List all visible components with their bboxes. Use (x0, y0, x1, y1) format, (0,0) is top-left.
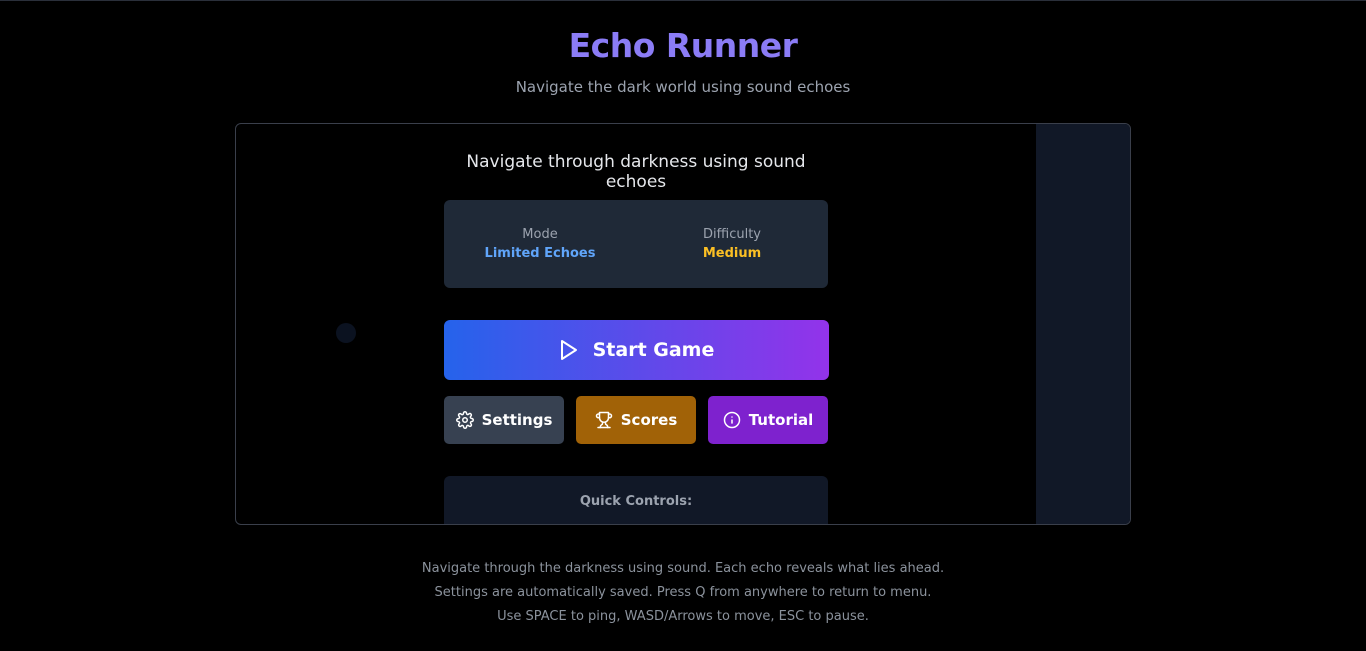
side-panel (1036, 124, 1130, 524)
page-subtitle: Navigate the dark world using sound echo… (515, 78, 851, 96)
tutorial-label: Tutorial (748, 411, 814, 429)
game-info-card: Mode Limited Echoes Difficulty Medium (444, 200, 828, 288)
settings-button[interactable]: Settings (444, 396, 564, 444)
menu-button-row: Settings Scores Tutorial (444, 396, 828, 444)
footer-line: Use SPACE to ping, WASD/Arrows to move, … (497, 609, 869, 624)
gear-icon (455, 411, 474, 429)
page-title: Echo Runner (568, 26, 798, 65)
player-marker (336, 323, 356, 343)
difficulty-info: Difficulty Medium (657, 227, 807, 261)
info-icon (723, 411, 741, 429)
quick-controls-title: Quick Controls: (579, 494, 693, 509)
mode-label: Mode (522, 227, 558, 242)
top-border (0, 0, 1366, 1)
game-canvas[interactable]: Navigate through darkness using sound ec… (235, 123, 1131, 525)
mode-value: Limited Echoes (484, 246, 596, 261)
play-icon (559, 339, 579, 361)
footer-instructions: Navigate through the darkness using soun… (0, 557, 1366, 629)
scores-label: Scores (620, 411, 678, 429)
tutorial-button[interactable]: Tutorial (708, 396, 828, 444)
menu-heading: Navigate through darkness using sound ec… (466, 152, 806, 192)
start-game-label: Start Game (592, 339, 715, 361)
quick-controls-card: Quick Controls: (444, 476, 828, 524)
settings-label: Settings (481, 411, 553, 429)
footer-line: Settings are automatically saved. Press … (434, 585, 932, 600)
mode-info: Mode Limited Echoes (465, 227, 615, 261)
difficulty-value: Medium (702, 246, 762, 261)
footer-line: Navigate through the darkness using soun… (421, 561, 945, 576)
start-game-button[interactable]: Start Game (444, 320, 829, 380)
difficulty-label: Difficulty (703, 227, 761, 242)
trophy-icon (595, 411, 613, 429)
scores-button[interactable]: Scores (576, 396, 696, 444)
